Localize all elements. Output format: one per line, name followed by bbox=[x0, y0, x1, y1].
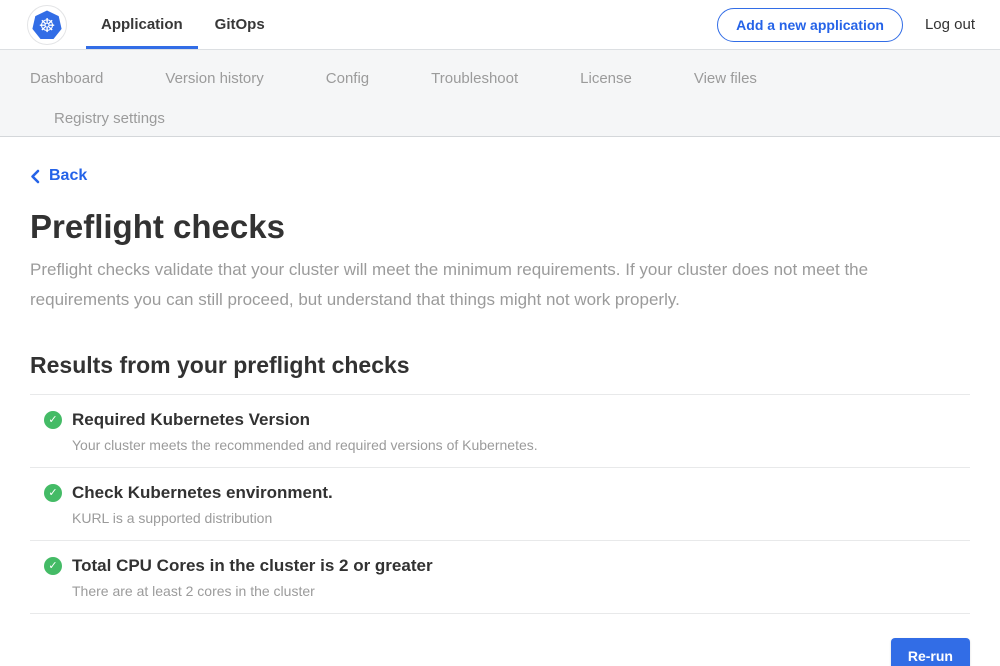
top-nav: ☸ Application GitOps Add a new applicati… bbox=[0, 0, 1000, 50]
preflight-check-row: ✓ Check Kubernetes environment. KURL is … bbox=[30, 467, 970, 540]
logout-link[interactable]: Log out bbox=[925, 16, 975, 33]
header-spacer bbox=[282, 0, 717, 49]
subnav-row-1: Dashboard Version history Config Trouble… bbox=[30, 63, 1000, 94]
tab-gitops[interactable]: GitOps bbox=[200, 0, 280, 49]
check-detail: KURL is a supported distribution bbox=[72, 511, 333, 526]
check-title: Required Kubernetes Version bbox=[72, 410, 538, 429]
subnav-item-troubleshoot[interactable]: Troubleshoot bbox=[431, 70, 518, 87]
kubernetes-logo-icon[interactable]: ☸ bbox=[27, 5, 67, 45]
page-title: Preflight checks bbox=[30, 208, 970, 246]
preflight-page: Back Preflight checks Preflight checks v… bbox=[0, 137, 1000, 666]
check-content: Required Kubernetes Version Your cluster… bbox=[72, 410, 538, 453]
preflight-check-list: ✓ Required Kubernetes Version Your clust… bbox=[30, 394, 970, 614]
subnav-item-dashboard[interactable]: Dashboard bbox=[30, 70, 103, 87]
actions-bar: Re-run bbox=[30, 638, 970, 666]
success-check-icon: ✓ bbox=[44, 484, 62, 502]
chevron-left-icon bbox=[30, 169, 40, 184]
preflight-check-row: ✓ Total CPU Cores in the cluster is 2 or… bbox=[30, 540, 970, 614]
success-check-icon: ✓ bbox=[44, 557, 62, 575]
add-application-button[interactable]: Add a new application bbox=[717, 8, 903, 42]
page-description: Preflight checks validate that your clus… bbox=[30, 255, 962, 315]
subnav-item-config[interactable]: Config bbox=[326, 70, 369, 87]
subnav-item-view-files[interactable]: View files bbox=[694, 70, 757, 87]
back-link[interactable]: Back bbox=[30, 167, 87, 185]
tab-application[interactable]: Application bbox=[86, 0, 198, 49]
subnav-item-license[interactable]: License bbox=[580, 70, 632, 87]
check-detail: Your cluster meets the recommended and r… bbox=[72, 438, 538, 453]
results-heading: Results from your preflight checks bbox=[30, 352, 970, 379]
success-check-icon: ✓ bbox=[44, 411, 62, 429]
check-title: Total CPU Cores in the cluster is 2 or g… bbox=[72, 556, 433, 575]
tab-gitops-label: GitOps bbox=[215, 16, 265, 33]
subnav-item-version-history[interactable]: Version history bbox=[165, 70, 263, 87]
app-subnav: Dashboard Version history Config Trouble… bbox=[0, 50, 1000, 137]
top-tabs: Application GitOps bbox=[86, 0, 282, 49]
preflight-check-row: ✓ Required Kubernetes Version Your clust… bbox=[30, 394, 970, 467]
check-detail: There are at least 2 cores in the cluste… bbox=[72, 584, 433, 599]
subnav-item-registry-settings[interactable]: Registry settings bbox=[54, 110, 165, 127]
rerun-button[interactable]: Re-run bbox=[891, 638, 970, 666]
check-title: Check Kubernetes environment. bbox=[72, 483, 333, 502]
check-content: Total CPU Cores in the cluster is 2 or g… bbox=[72, 556, 433, 599]
svg-text:☸: ☸ bbox=[38, 15, 55, 37]
back-label: Back bbox=[49, 167, 87, 185]
check-content: Check Kubernetes environment. KURL is a … bbox=[72, 483, 333, 526]
subnav-row-2: Registry settings bbox=[30, 103, 1000, 134]
tab-application-label: Application bbox=[101, 16, 183, 33]
